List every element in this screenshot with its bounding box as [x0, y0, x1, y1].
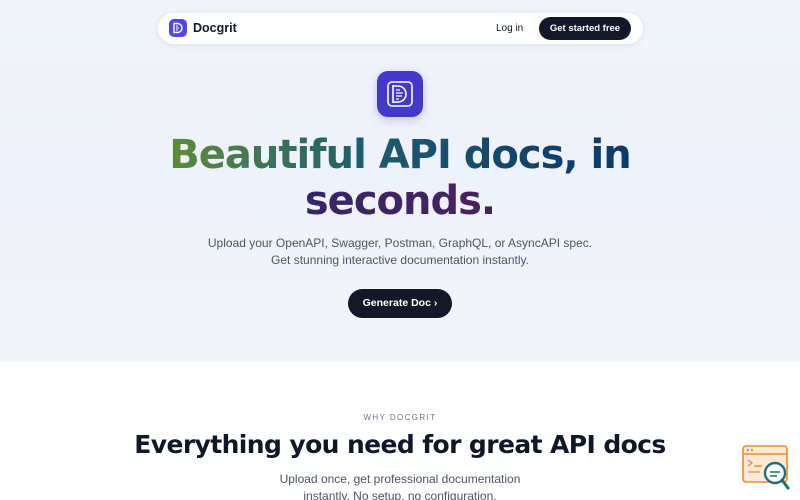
get-started-button[interactable]: Get started free [539, 17, 631, 40]
search-docs-widget-icon[interactable] [742, 445, 790, 491]
hero-subtext-line-2: Get stunning interactive documentation i… [271, 253, 529, 267]
hero-headline: Beautiful API docs, in seconds. [0, 132, 800, 224]
section-subtitle: Upload once, get professional documentat… [0, 471, 800, 500]
top-navbar: Docgrit Log in Get started free [158, 13, 643, 44]
generate-doc-button[interactable]: Generate Doc › [348, 289, 452, 318]
login-link[interactable]: Log in [496, 22, 523, 35]
headline-line-1: Beautiful API docs, in [0, 132, 800, 178]
hero-subtext: Upload your OpenAPI, Swagger, Postman, G… [0, 235, 800, 269]
section-subtitle-line-1: Upload once, get professional documentat… [279, 472, 521, 486]
hero-subtext-line-1: Upload your OpenAPI, Swagger, Postman, G… [207, 236, 593, 250]
headline-line-2: seconds. [0, 178, 800, 224]
section-eyebrow: WHY DOCGRIT [363, 413, 437, 422]
hero-logo-icon [377, 71, 423, 117]
docgrit-logo-icon[interactable] [169, 19, 187, 37]
section-subtitle-line-2: instantly. No setup, no configuration. [303, 489, 497, 500]
brand-name[interactable]: Docgrit [193, 20, 237, 36]
section-title: Everything you need for great API docs [134, 430, 666, 459]
